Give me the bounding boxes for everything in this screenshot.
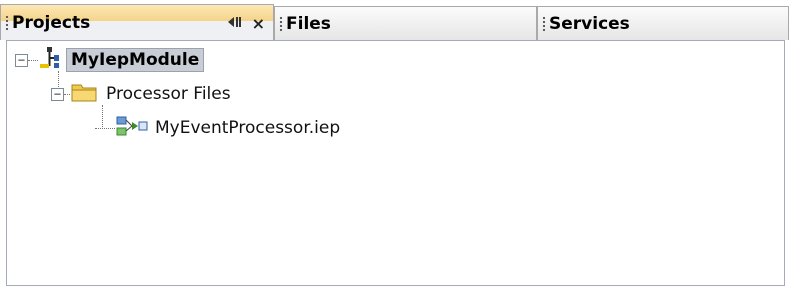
folder-icon xyxy=(70,81,98,108)
tab-projects[interactable]: Projects × xyxy=(0,4,274,40)
project-icon xyxy=(38,46,60,75)
tab-services[interactable]: Services xyxy=(537,6,789,40)
grip-icon xyxy=(542,15,546,32)
tree-node-label: Processor Files xyxy=(106,84,231,104)
tab-controls: × xyxy=(226,14,265,33)
tree-connector xyxy=(95,127,115,129)
minimize-icon[interactable] xyxy=(226,15,242,33)
tree-node-folder[interactable]: − Processor Files xyxy=(51,81,231,107)
collapse-toggle-icon[interactable]: − xyxy=(15,53,28,67)
tab-services-label: Services xyxy=(549,13,630,34)
projects-tree-panel[interactable]: − MyIepModule − Processor Files MyEventP… xyxy=(6,40,785,286)
tree-node-file[interactable]: MyEventProcessor.iep xyxy=(95,115,340,141)
tab-bar: Projects × Files Services xyxy=(0,0,791,42)
close-icon[interactable]: × xyxy=(252,14,265,33)
tree-connector xyxy=(28,59,38,61)
tree-node-label: MyEventProcessor.iep xyxy=(155,118,341,138)
tab-files-label: Files xyxy=(286,13,331,34)
grip-icon xyxy=(5,14,9,31)
tree-node-root[interactable]: − MyIepModule xyxy=(15,46,205,75)
tree-node-label: MyIepModule xyxy=(66,48,205,72)
tab-files[interactable]: Files xyxy=(274,6,537,40)
event-processor-icon xyxy=(115,114,149,143)
collapse-toggle-icon[interactable]: − xyxy=(51,87,64,101)
grip-icon xyxy=(279,15,283,32)
tab-projects-label: Projects xyxy=(12,12,91,33)
